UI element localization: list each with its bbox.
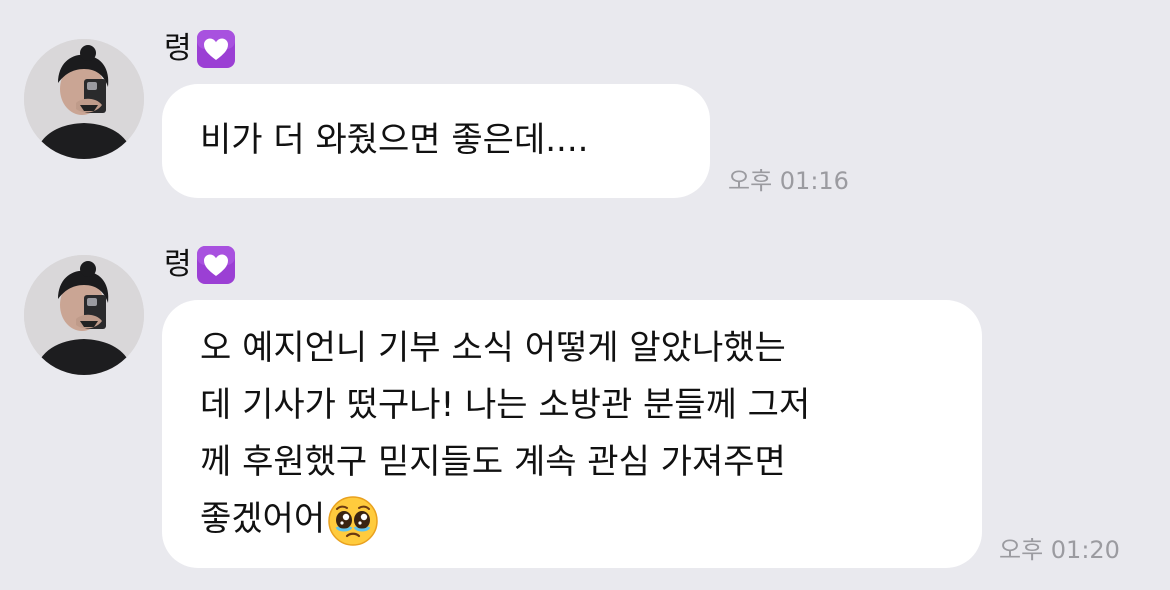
purple-heart-icon: [196, 245, 236, 285]
message-bubble[interactable]: 오 예지언니 기부 소식 어떻게 알았나했는 데 기사가 떴구나! 나는 소방관…: [162, 300, 982, 568]
avatar[interactable]: [24, 255, 144, 375]
sender-label: 령: [164, 242, 236, 288]
avatar-photo: [24, 255, 144, 375]
message-bubble[interactable]: 비가 더 와줬으면 좋은데....: [162, 84, 710, 198]
message-timestamp: 오후 01:16: [728, 167, 849, 195]
avatar[interactable]: [24, 39, 144, 159]
message-text: 비가 더 와줬으면 좋은데....: [200, 120, 589, 160]
message-row: 령 비가 더 와줬으면 좋은데.... 오후 01:16: [0, 0, 1170, 210]
message-row: 령 오 예지언니 기부 소식 어떻게 알았나했는 데 기사가 떴구나! 나는 소…: [0, 215, 1170, 590]
sender-label: 령: [164, 26, 236, 72]
sender-name: 령: [164, 31, 192, 66]
avatar-photo: [24, 39, 144, 159]
sender-name: 령: [164, 247, 192, 282]
pleading-face-emoji-icon: [327, 495, 379, 547]
purple-heart-icon: [196, 29, 236, 69]
message-text: 오 예지언니 기부 소식 어떻게 알았나했는 데 기사가 떴구나! 나는 소방관…: [200, 328, 811, 539]
message-timestamp: 오후 01:20: [999, 536, 1120, 564]
